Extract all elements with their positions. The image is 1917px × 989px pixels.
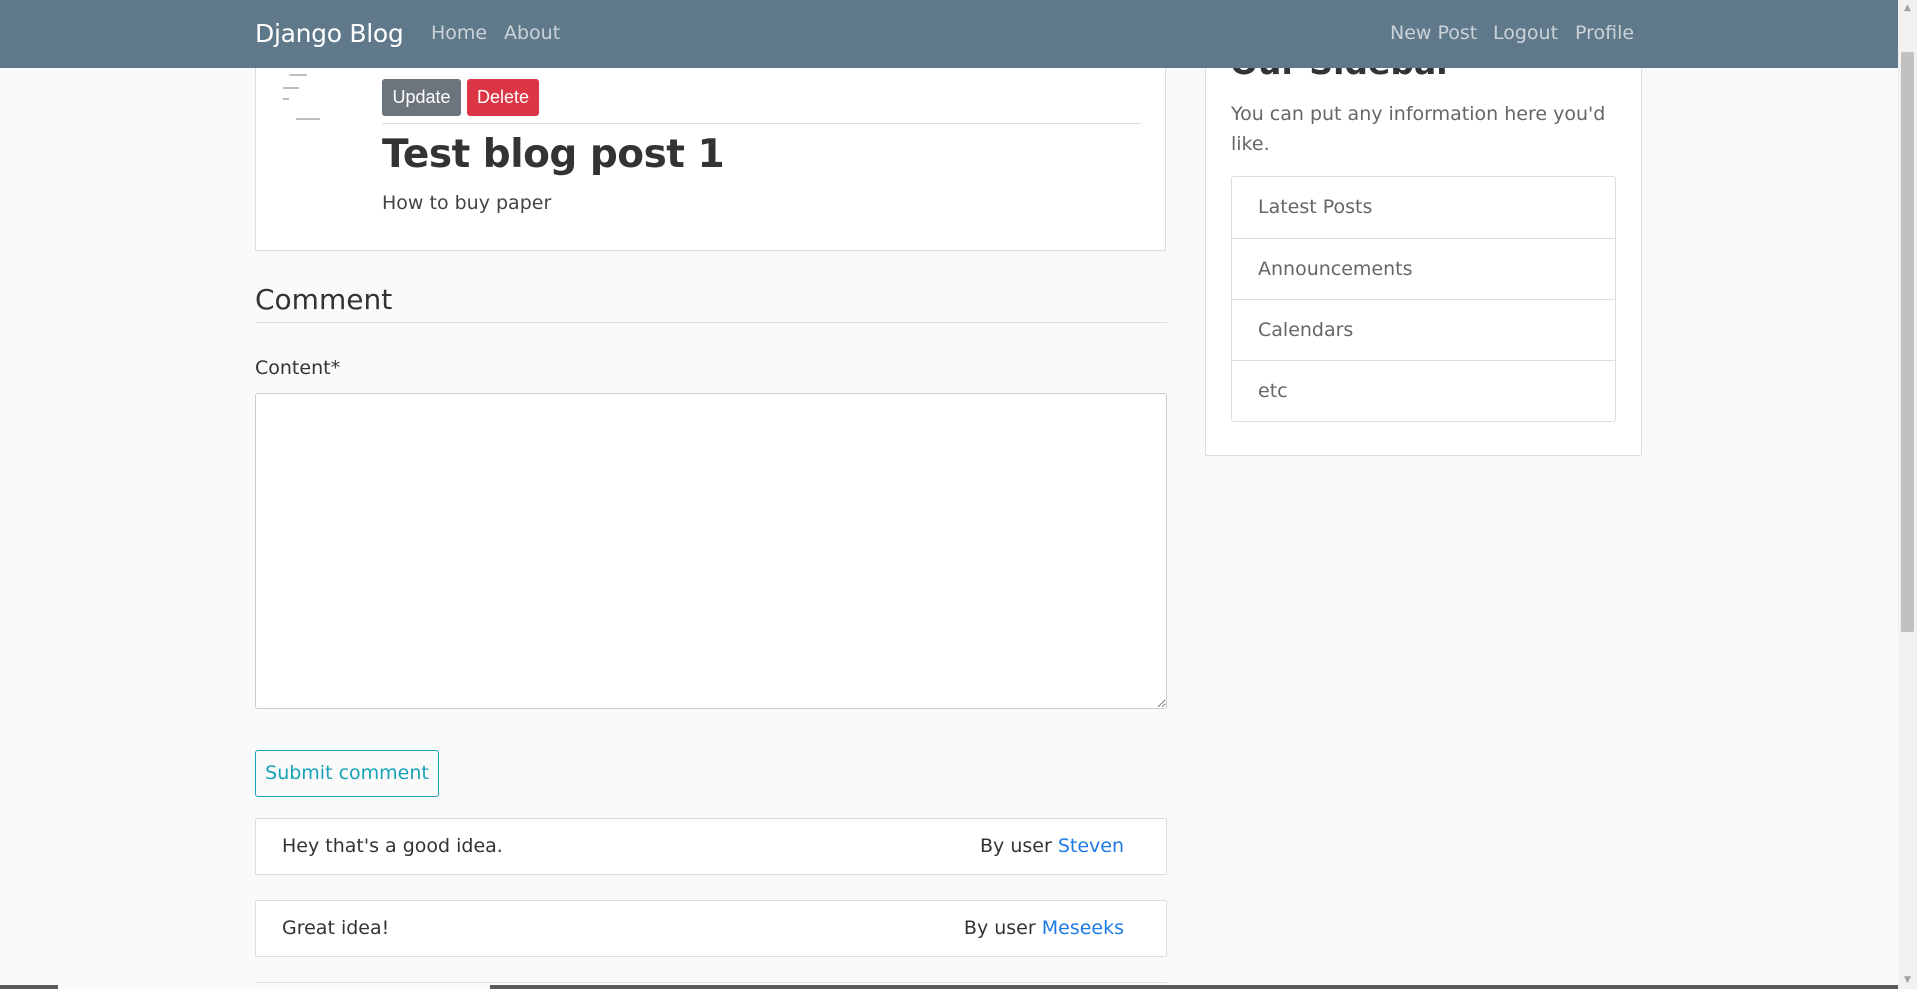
nav-logout-link[interactable]: Logout: [1493, 22, 1558, 44]
comment-by-label: By user: [963, 917, 1036, 939]
scroll-down-arrow-icon[interactable]: ▼: [1898, 972, 1917, 989]
delete-button[interactable]: Delete: [467, 79, 539, 116]
navbar-brand[interactable]: Django Blog: [255, 19, 404, 48]
author-avatar[interactable]: [280, 68, 336, 124]
comment-heading: Comment: [255, 283, 393, 316]
comment-text: Hey that's a good idea.: [282, 835, 503, 857]
sidebar-list: Latest Posts Announcements Calendars etc: [1231, 176, 1616, 422]
sidebar-description: You can put any information here you'd l…: [1231, 103, 1606, 155]
post-title: Test blog post 1: [382, 132, 725, 177]
nav-new-post-link[interactable]: New Post: [1390, 22, 1477, 44]
content-label: Content*: [255, 357, 341, 379]
sidebar-item-calendars[interactable]: Calendars: [1232, 299, 1615, 360]
scroll-up-arrow-icon[interactable]: ▲: [1898, 0, 1917, 17]
comment-author: By user Meseeks: [964, 917, 1124, 939]
content-textarea[interactable]: [255, 393, 1167, 709]
comment-user-link[interactable]: Steven: [1058, 835, 1124, 857]
comment-by-label: By user: [980, 835, 1052, 857]
comment-item: Hey that's a good idea. By user Steven: [255, 818, 1167, 875]
scrollbar-thumb[interactable]: [1901, 52, 1914, 632]
comment-author: By user Steven: [980, 835, 1124, 857]
navbar: Django Blog Home About New Post Logout P…: [0, 0, 1898, 68]
comment-divider: [255, 322, 1167, 323]
post-content: How to buy paper: [382, 192, 552, 214]
vertical-scrollbar[interactable]: ▲ ▼: [1898, 0, 1917, 989]
comment-text: Great idea!: [282, 917, 390, 939]
sidebar-item-announcements[interactable]: Announcements: [1232, 238, 1615, 299]
nav-about-link[interactable]: About: [504, 22, 560, 44]
post-divider: [382, 123, 1141, 124]
sidebar-item-latest-posts[interactable]: Latest Posts: [1232, 177, 1615, 238]
nav-home-link[interactable]: Home: [431, 22, 487, 44]
comment-user-link[interactable]: Meseeks: [1042, 917, 1124, 939]
update-button[interactable]: Update: [382, 79, 461, 116]
nav-profile-link[interactable]: Profile: [1575, 22, 1634, 44]
submit-comment-button[interactable]: Submit comment: [255, 750, 439, 797]
bottom-edge-strip: [0, 985, 1898, 989]
comment-item: Great idea! By user Meseeks: [255, 900, 1167, 957]
sidebar-item-etc[interactable]: etc: [1232, 360, 1615, 421]
